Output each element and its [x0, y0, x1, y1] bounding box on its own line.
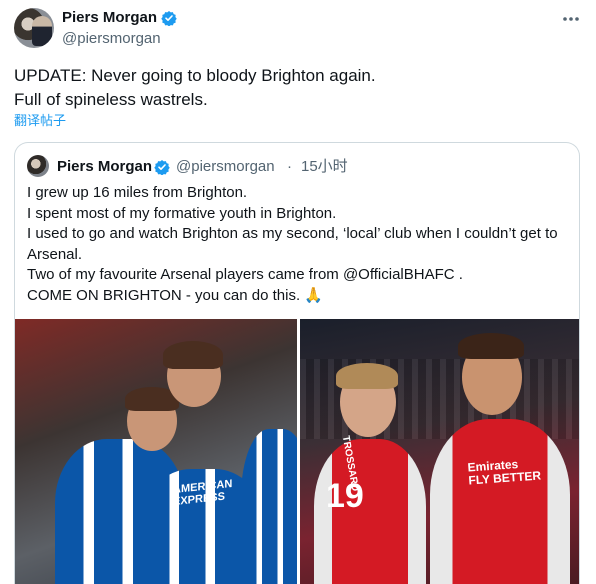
quoted-timestamp[interactable]: 15小时 — [301, 157, 348, 177]
quoted-author-avatar — [27, 155, 49, 177]
quoted-tweet[interactable]: Piers Morgan @piersmorgan · 15小时 I grew … — [14, 142, 580, 584]
author-handle[interactable]: @piersmorgan — [62, 29, 161, 49]
author-name[interactable]: Piers Morgan — [62, 8, 157, 28]
verified-badge-icon — [161, 11, 177, 26]
translate-post-link[interactable]: 翻译帖子 — [14, 113, 66, 129]
tweet-text: UPDATE: Never going to bloody Brighton a… — [14, 66, 376, 109]
shirt-sponsor: Emirates FLY BETTER — [467, 457, 542, 488]
quoted-author-handle: @piersmorgan — [176, 158, 275, 175]
player-figure — [430, 419, 570, 584]
tweet-card[interactable]: Piers Morgan @piersmorgan UPDATE: Never … — [0, 0, 596, 584]
media-grid: AMERICAN EXPRESS 19 Emirates FLY BETTER … — [15, 319, 579, 584]
author-avatar[interactable] — [14, 8, 54, 48]
player-hair — [163, 341, 223, 369]
quoted-author-name: Piers Morgan — [57, 158, 153, 175]
player-hair — [336, 363, 398, 389]
separator-dot: · — [287, 158, 292, 175]
photo-arsenal-players[interactable]: 19 Emirates FLY BETTER TROSSARD — [300, 319, 579, 584]
quoted-tweet-text: I grew up 16 miles from Brighton. I spen… — [27, 184, 558, 304]
verified-badge-icon — [154, 160, 170, 175]
player-hair — [458, 333, 524, 359]
player-figure — [241, 429, 297, 584]
more-icon[interactable] — [560, 10, 582, 28]
photo-brighton-players[interactable]: AMERICAN EXPRESS — [15, 319, 297, 584]
